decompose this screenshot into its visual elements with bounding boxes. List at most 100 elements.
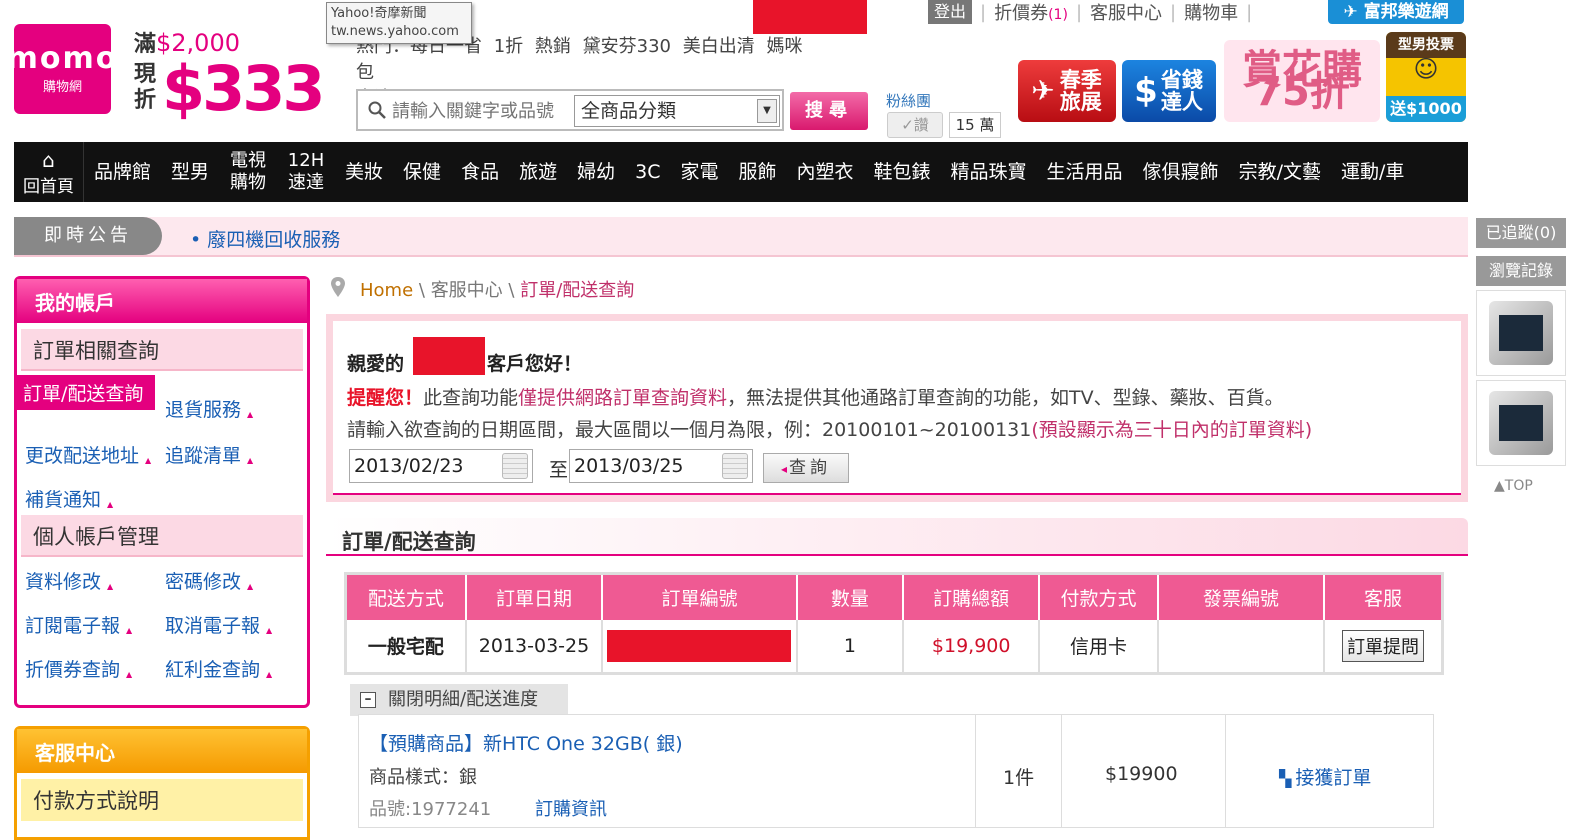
nav-item[interactable]: 旅遊 — [509, 161, 567, 183]
chevron-down-icon: ▼ — [757, 99, 777, 123]
return-service-link[interactable]: 退貨服務 — [165, 395, 253, 422]
nav-home[interactable]: ⌂ 回首頁 — [14, 142, 84, 202]
breadcrumb-home[interactable]: Home — [360, 280, 413, 301]
like-label: 讚 — [913, 116, 929, 134]
nav-item[interactable]: 保健 — [393, 161, 451, 183]
logo-subtitle: 購物網 — [42, 79, 82, 95]
banner-label: 省錢達人 — [1160, 68, 1203, 114]
history-item[interactable] — [1476, 290, 1566, 376]
bonus-query-link[interactable]: 紅利金查詢 — [165, 655, 272, 682]
momo-logo[interactable]: momo 購物網 — [7, 24, 116, 114]
nav-item[interactable]: 內塑衣 — [787, 161, 864, 183]
tracked-items-button[interactable]: 已追蹤(0) — [1476, 218, 1566, 248]
nav-item[interactable]: 運動/車 — [1331, 161, 1414, 183]
divider: | — [1170, 1, 1177, 23]
order-inquiry-button[interactable]: 訂單提問 — [1342, 629, 1425, 662]
change-password-link[interactable]: 密碼修改 — [165, 567, 253, 594]
notice-link[interactable]: • 廢四機回收服務 — [190, 225, 340, 252]
column-header: 訂單日期 — [465, 573, 604, 620]
nav-item[interactable]: 品牌館 — [84, 161, 161, 183]
nav-item[interactable]: 婦幼 — [567, 161, 625, 183]
personal-section-title: 個人帳戶管理 — [21, 515, 303, 557]
logo-text: momo — [6, 40, 119, 76]
vote-banner[interactable]: 型男投票 ☺ 送$1000 — [1386, 32, 1466, 122]
nav-item[interactable]: 12H速達 — [277, 150, 335, 194]
nav-item[interactable]: 服飾 — [728, 161, 786, 183]
date-to-input[interactable]: 2013/03/25 — [569, 449, 753, 483]
order-qty: 1 — [796, 619, 905, 674]
nav-item[interactable]: 生活用品 — [1037, 161, 1133, 183]
customer-service-panel: 客服中心 付款方式說明 — [14, 726, 310, 840]
product-name-link[interactable]: 【預購商品】新HTC One 32GB( 銀) — [369, 729, 683, 756]
search-button[interactable]: 搜尋 — [790, 92, 868, 130]
location-pin-icon — [331, 277, 345, 297]
orders-title: 訂單/配送查詢 — [342, 530, 476, 554]
table-row: 一般宅配 2013-03-25 1 $19,900 信用卡 訂單提問 — [345, 619, 1444, 674]
phone-thumbnail — [1489, 391, 1553, 455]
nav-item[interactable]: 鞋包錶 — [864, 161, 941, 183]
minus-icon: – — [360, 692, 376, 708]
unsubscribe-newsletter-link[interactable]: 取消電子報 — [165, 611, 272, 638]
hot-keyword[interactable]: 黛安芬330 — [583, 36, 671, 57]
edit-profile-link[interactable]: 資料修改 — [25, 567, 113, 594]
calendar-icon[interactable] — [722, 453, 748, 479]
restock-notice-link[interactable]: 補貨通知 — [25, 485, 113, 512]
promo-banner[interactable]: 滿$2,000 現折 $333 — [132, 24, 326, 125]
watchlist-link[interactable]: 追蹤清單 — [165, 441, 253, 468]
payment-methods-link[interactable]: 付款方式說明 — [21, 779, 303, 821]
reminder-text: 提醒您！此查詢功能僅提供網路訂單查詢資料，無法提供其他通路訂單查詢的功能，如TV… — [347, 383, 1284, 410]
logout-button[interactable]: 登出 — [928, 0, 973, 24]
change-address-link[interactable]: 更改配送地址 — [25, 441, 151, 468]
inquiry-cell: 訂單提問 — [1324, 619, 1444, 674]
orders-links: 訂單/配送查詢 退貨服務 更改配送地址 追蹤清單 補貨通知 — [17, 371, 307, 511]
nav-item[interactable]: 家電 — [670, 161, 728, 183]
service-center-link[interactable]: 客服中心 — [1090, 0, 1162, 25]
order-number[interactable] — [602, 619, 798, 674]
money-saver-banner[interactable]: $ 省錢達人 — [1122, 60, 1216, 122]
query-box: 親愛的 客戶您好！ 提醒您！此查詢功能僅提供網路訂單查詢資料，無法提供其他通路訂… — [326, 314, 1468, 502]
nav-item[interactable]: 電視購物 — [219, 150, 277, 194]
spring-travel-banner[interactable]: ✈ 春季旅展 — [1018, 60, 1116, 122]
history-item[interactable] — [1476, 380, 1566, 466]
nav-item[interactable]: 食品 — [451, 161, 509, 183]
order-tracking-link[interactable]: 訂單/配送查詢 — [17, 375, 156, 410]
subscribe-newsletter-link[interactable]: 訂閱電子報 — [25, 611, 132, 638]
notice-tab: 即時公告 — [14, 217, 162, 255]
back-to-top-button[interactable]: ▲TOP — [1494, 478, 1533, 494]
coupons-link[interactable]: 折價券(1) — [994, 0, 1068, 25]
product-sku: 品號:1977241 — [369, 799, 492, 820]
nav-item[interactable]: 宗教/文藝 — [1229, 161, 1331, 183]
hot-keyword[interactable]: 熱銷 — [535, 36, 571, 57]
fans-page-link[interactable]: 粉絲團 — [886, 90, 931, 111]
search-input[interactable] — [392, 97, 568, 125]
product-style: 商品樣式：銀 — [369, 767, 477, 788]
breadcrumb-service[interactable]: 客服中心 — [431, 280, 503, 301]
nav-item[interactable]: 型男 — [161, 161, 219, 183]
order-info-link[interactable]: 訂購資訊 — [535, 795, 607, 821]
nav-item[interactable]: 3C — [625, 161, 670, 183]
tooltip-title: Yahoo!奇摩新聞 — [331, 6, 427, 21]
like-button[interactable]: ✓讚 — [887, 112, 943, 138]
coupons-label: 折價券 — [994, 3, 1049, 24]
cart-link[interactable]: 購物車 — [1184, 0, 1238, 25]
fubon-travel-link[interactable]: ✈ 富邦樂遊網 — [1328, 0, 1464, 24]
greeting-prefix: 親愛的 — [347, 353, 405, 375]
hot-keyword[interactable]: 美白出清 — [683, 36, 755, 57]
nav-item[interactable]: 傢俱寢飾 — [1133, 161, 1229, 183]
category-select[interactable]: 全商品分類 ▼ — [574, 95, 780, 127]
calendar-icon[interactable] — [502, 453, 528, 479]
nav-item[interactable]: 精品珠寶 — [941, 161, 1037, 183]
hot-keyword[interactable]: 1折 — [494, 36, 523, 57]
breadcrumb-sep: \ — [508, 280, 521, 301]
face-icon: ☺ — [1413, 55, 1439, 83]
breadcrumb: Home \ 客服中心 \ 訂單/配送查詢 — [360, 276, 634, 302]
date-from-input[interactable]: 2013/02/23 — [349, 449, 533, 483]
table-header-row: 配送方式 訂單日期 訂單編號 數量 訂購總額 付款方式 發票編號 客服 — [345, 573, 1444, 620]
nav-item[interactable]: 美妝 — [335, 161, 393, 183]
order-status-link[interactable]: 接獲訂單 — [1279, 763, 1371, 790]
to-label: 至 — [549, 459, 569, 481]
detail-toggle[interactable]: – 關閉明細/配送進度 — [350, 684, 568, 716]
flower-sale-banner[interactable]: 賞花購75折 — [1224, 40, 1380, 122]
query-button[interactable]: 查詢 — [763, 453, 849, 483]
coupon-query-link[interactable]: 折價券查詢 — [25, 655, 132, 682]
